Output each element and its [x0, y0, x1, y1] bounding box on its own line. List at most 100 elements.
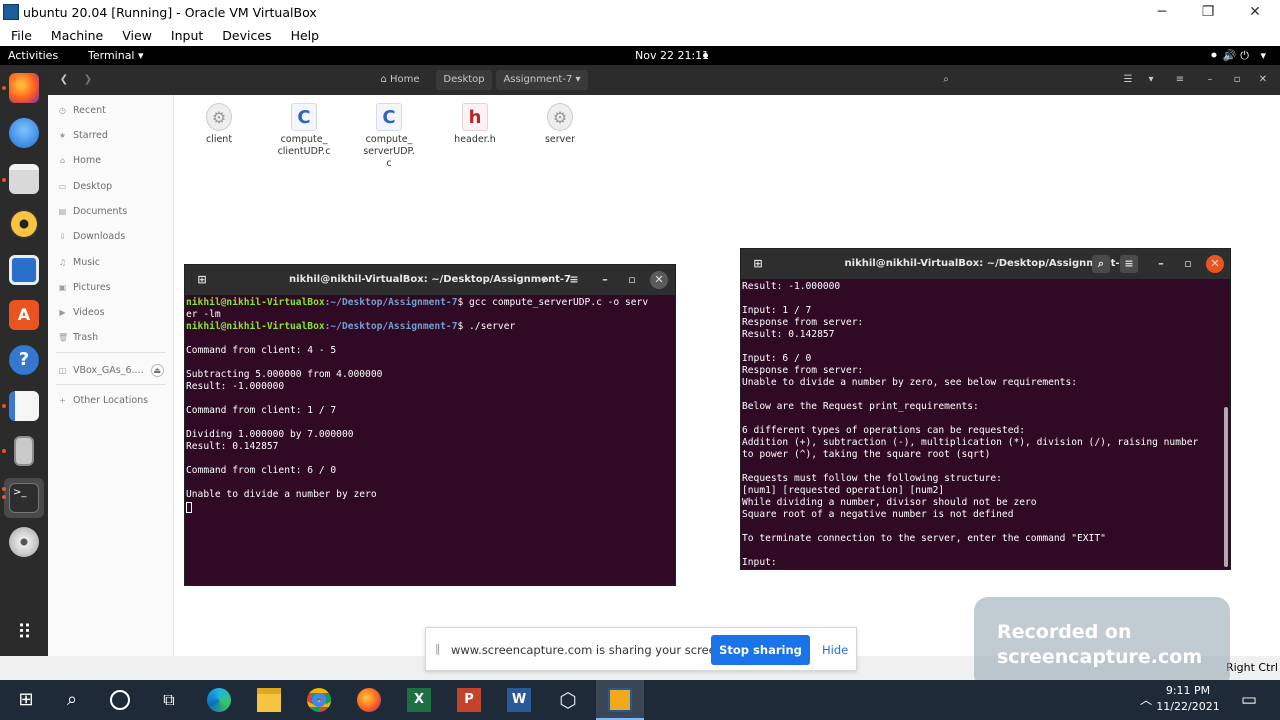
recent-icon: ◷ — [59, 106, 66, 115]
terminal-icon[interactable]: >_ — [9, 483, 39, 513]
eject-icon[interactable]: ⏏ — [150, 364, 164, 377]
menu-devices[interactable]: Devices — [222, 28, 271, 43]
sidebar-item-pictures[interactable]: ▣ Pictures — [58, 282, 111, 293]
running-indicator — [2, 178, 6, 182]
sidebar-item-music[interactable]: ♫ Music — [58, 257, 100, 268]
sidebar-item-starred[interactable]: ★ Starred — [58, 130, 108, 141]
close-icon[interactable]: ✕ — [1206, 255, 1224, 273]
edge-icon[interactable] — [207, 688, 231, 712]
terminal-window-client[interactable]: nikhil@nikhil-VirtualBox: ~/Desktop/Assi… — [740, 248, 1231, 570]
notification-center-icon[interactable]: ▭ — [1237, 688, 1261, 712]
firefox-icon[interactable] — [357, 688, 381, 712]
plus-icon: + — [59, 396, 66, 405]
menu-view[interactable]: View — [122, 28, 152, 43]
usb-drive-icon[interactable] — [14, 436, 34, 466]
windows-start-icon[interactable]: ⊞ — [14, 688, 38, 712]
breadcrumb-home[interactable]: ⌂ Home — [370, 70, 430, 90]
sidebar-item-documents[interactable]: ▤ Documents — [58, 206, 127, 217]
pictures-icon: ▣ — [58, 283, 67, 292]
firefox-icon[interactable] — [9, 73, 39, 103]
maximize-icon[interactable]: ▫ — [623, 271, 641, 289]
terminal-window-server[interactable]: nikhil@nikhil-VirtualBox: ~/Desktop/Assi… — [184, 264, 676, 586]
drag-handle-icon[interactable]: ‖ — [435, 642, 441, 655]
file-item[interactable]: ⚙ client — [189, 103, 249, 146]
documents-icon: ▤ — [58, 207, 67, 216]
terminal-scrollbar[interactable] — [1224, 407, 1228, 567]
file-item[interactable]: C compute_ serverUDP. c — [359, 103, 419, 170]
taskbar-clock[interactable]: 9:11 PM 11/22/2021 — [1155, 683, 1221, 715]
virtualbox-icon[interactable] — [608, 688, 632, 712]
view-list-icon[interactable]: ☰ — [1118, 70, 1138, 90]
file-item[interactable]: C compute_ clientUDP.c — [274, 103, 334, 158]
app-grid-icon[interactable]: ⠿ — [9, 618, 39, 648]
menu-help[interactable]: Help — [291, 28, 320, 43]
cortana-icon[interactable] — [110, 690, 130, 710]
rhythmbox-icon[interactable] — [9, 209, 39, 239]
menu-input[interactable]: Input — [171, 28, 203, 43]
sidebar-item-home[interactable]: ⌂ Home — [58, 155, 101, 166]
powerpoint-icon[interactable]: P — [457, 688, 481, 712]
new-tab-icon[interactable]: ⊞ — [193, 271, 211, 289]
files-close-icon[interactable]: ✕ — [1255, 70, 1271, 90]
dvd-icon[interactable] — [9, 527, 39, 557]
task-view-icon[interactable]: ⧉ — [157, 688, 181, 712]
chrome-icon[interactable] — [307, 688, 331, 712]
minimize-icon[interactable]: – — [1152, 255, 1170, 273]
activities-button[interactable]: Activities — [8, 49, 58, 62]
sidebar-item-vbox-gas[interactable]: ◫ VBox_GAs_6.... ⏏ — [58, 364, 164, 377]
search-icon[interactable]: ⌕ — [936, 70, 956, 90]
star-icon: ★ — [58, 131, 67, 140]
menu-icon[interactable]: ≡ — [1120, 255, 1138, 273]
sidebar-item-recent[interactable]: ◷ Recent — [58, 105, 106, 116]
search-icon[interactable]: ⌕ — [60, 688, 84, 712]
text-editor-icon[interactable] — [9, 391, 39, 421]
forward-button[interactable]: ❯ — [78, 70, 98, 90]
menu-file[interactable]: File — [11, 28, 32, 43]
word-icon[interactable]: W — [507, 688, 531, 712]
executable-icon: ⚙ — [547, 103, 573, 131]
terminal-output[interactable]: nikhil@nikhil-VirtualBox:~/Desktop/Assig… — [185, 295, 675, 513]
file-explorer-icon[interactable] — [257, 688, 281, 712]
home-icon: ⌂ — [59, 156, 66, 165]
minimize-button[interactable]: ─ — [1139, 0, 1185, 24]
files-minimize-icon[interactable]: – — [1202, 70, 1218, 90]
sidebar-item-videos[interactable]: ▶ Videos — [58, 307, 104, 318]
app-menu[interactable]: Terminal ▾ — [88, 49, 144, 62]
files-icon[interactable] — [9, 164, 39, 194]
sidebar-item-trash[interactable]: 🗑 Trash — [58, 332, 98, 343]
breadcrumb-desktop[interactable]: Desktop — [436, 70, 492, 90]
running-indicator — [2, 404, 6, 408]
excel-icon[interactable]: X — [407, 688, 431, 712]
libreoffice-writer-icon[interactable] — [9, 255, 39, 285]
maximize-icon[interactable]: ▫ — [1179, 255, 1197, 273]
sidebar-item-desktop[interactable]: ▭ Desktop — [58, 181, 112, 192]
file-item[interactable]: h header.h — [445, 103, 505, 146]
files-maximize-icon[interactable]: ▫ — [1229, 70, 1245, 90]
menu-machine[interactable]: Machine — [51, 28, 103, 43]
search-icon[interactable]: ⌕ — [1092, 255, 1110, 273]
breadcrumb-assignment-7[interactable]: Assignment-7 ▾ — [496, 70, 588, 90]
new-tab-icon[interactable]: ⊞ — [749, 255, 767, 273]
terminal-output[interactable]: Result: -1.000000 Input: 1 / 7 Response … — [741, 279, 1230, 569]
restore-button[interactable]: ❐ — [1185, 0, 1231, 24]
search-icon[interactable]: ⌕ — [537, 271, 555, 289]
hide-link[interactable]: Hide — [822, 643, 848, 657]
help-icon[interactable]: ? — [9, 345, 39, 375]
clock[interactable]: Nov 22 21:11 — [635, 49, 709, 62]
system-tray[interactable]: ⚫🔊⏻ ▾ — [1209, 49, 1270, 63]
stop-sharing-button[interactable]: Stop sharing — [711, 635, 810, 665]
back-button[interactable]: ❮ — [54, 70, 74, 90]
file-item[interactable]: ⚙ server — [530, 103, 590, 146]
close-icon[interactable]: ✕ — [650, 271, 668, 289]
minimize-icon[interactable]: – — [596, 271, 614, 289]
close-button[interactable]: ✕ — [1232, 0, 1278, 24]
menu-icon[interactable]: ≡ — [565, 271, 583, 289]
3d-box-icon[interactable]: ⬡ — [556, 688, 580, 712]
software-center-icon[interactable]: A — [9, 300, 39, 330]
sidebar-item-downloads[interactable]: ⇩ Downloads — [58, 231, 125, 242]
hamburger-menu-icon[interactable]: ≡ — [1170, 70, 1190, 90]
view-options-icon[interactable]: ▾ — [1142, 70, 1160, 90]
thunderbird-icon[interactable] — [9, 118, 39, 148]
sidebar-item-other-locations[interactable]: + Other Locations — [58, 395, 148, 406]
terminal-cursor — [186, 502, 192, 513]
